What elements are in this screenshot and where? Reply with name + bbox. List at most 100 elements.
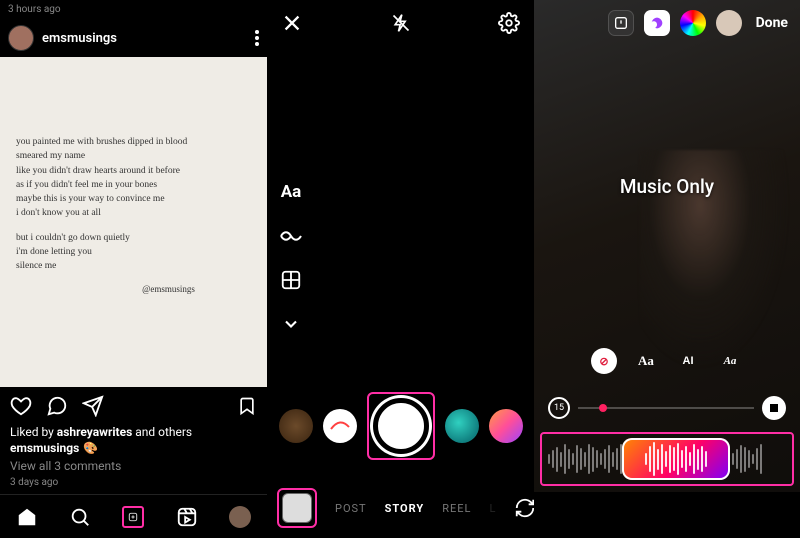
- waveform-bar: [732, 453, 734, 466]
- comment-icon[interactable]: [46, 395, 68, 417]
- shutter-highlight: [367, 392, 435, 460]
- caption-username[interactable]: emsmusings: [10, 441, 79, 455]
- waveform-bar: [612, 452, 614, 467]
- music-editor-panel: Done Music Only ⊘ Aa AI Aa 15: [534, 0, 800, 538]
- post-caption: emsmusings 🎨: [0, 439, 267, 457]
- mode-story[interactable]: STORY: [385, 502, 425, 515]
- shutter-button[interactable]: [373, 398, 429, 454]
- waveform-bar: [744, 447, 746, 472]
- reels-icon[interactable]: [176, 506, 198, 528]
- liked-by-prefix: Liked by: [10, 425, 57, 439]
- waveform-bar: [740, 445, 742, 473]
- timeline-handle[interactable]: [599, 404, 607, 412]
- waveform-bar: [592, 447, 594, 472]
- poem-line: smeared my name: [16, 149, 251, 163]
- poem-line: i'm done letting you: [16, 245, 251, 259]
- post-more-menu[interactable]: [255, 30, 259, 46]
- close-icon[interactable]: [281, 12, 303, 34]
- waveform-bar: [596, 450, 598, 468]
- waveform-bar: [576, 445, 578, 473]
- share-icon[interactable]: [82, 395, 104, 417]
- poem-signature: @emsmusings: [86, 283, 251, 297]
- profile-avatar[interactable]: [716, 10, 742, 36]
- selected-clip-window[interactable]: [622, 438, 730, 480]
- clip-timeline: 15: [534, 396, 800, 420]
- waveform-bar: [748, 450, 750, 468]
- gallery-thumb[interactable]: [282, 493, 312, 523]
- poem-line: i don't know you at all: [16, 206, 251, 220]
- lyric-style-cursive[interactable]: Aa: [717, 348, 743, 374]
- filter-carousel[interactable]: [267, 392, 534, 460]
- music-scrubber[interactable]: [540, 432, 794, 486]
- waveform-bar: [756, 448, 758, 471]
- liked-by-user[interactable]: ashreyawrites: [57, 425, 132, 439]
- boomerang-icon[interactable]: [279, 224, 303, 248]
- filter-option[interactable]: [445, 409, 479, 443]
- waveform-bar: [548, 454, 550, 464]
- waveform-bar: [564, 444, 566, 474]
- gallery-highlight: [277, 488, 317, 528]
- chevron-down-icon[interactable]: [279, 312, 303, 336]
- sticker-icon[interactable]: [644, 10, 670, 36]
- timeline-track[interactable]: [578, 407, 754, 409]
- music-display-mode-label[interactable]: Music Only: [534, 175, 800, 198]
- home-icon[interactable]: [16, 506, 38, 528]
- flash-off-icon[interactable]: [390, 12, 412, 34]
- duration-button[interactable]: 15: [548, 397, 570, 419]
- stop-button[interactable]: [762, 396, 786, 420]
- create-icon[interactable]: [122, 506, 144, 528]
- poem-line: like you didn't draw hearts around it be…: [16, 164, 251, 178]
- feed-panel: 3 hours ago emsmusings you painted me wi…: [0, 0, 267, 538]
- waveform-bar: [568, 449, 570, 469]
- lyric-style-serif[interactable]: Aa: [633, 348, 659, 374]
- author-username[interactable]: emsmusings: [42, 31, 255, 46]
- post-actions: [0, 387, 267, 425]
- bottom-nav: [0, 494, 267, 538]
- cancel-style-icon[interactable]: ⊘: [591, 348, 617, 374]
- search-icon[interactable]: [69, 506, 91, 528]
- camera-top-bar: [267, 0, 534, 34]
- done-button[interactable]: Done: [756, 15, 788, 31]
- poem-line: as if you didn't feel me in your bones: [16, 178, 251, 192]
- mode-reel[interactable]: REEL: [442, 502, 471, 515]
- poem-line: you painted me with brushes dipped in bl…: [16, 135, 251, 149]
- caption-text: 🎨: [83, 441, 98, 455]
- filter-option[interactable]: [323, 409, 357, 443]
- filter-option[interactable]: [279, 409, 313, 443]
- mode-post[interactable]: POST: [335, 502, 367, 515]
- like-icon[interactable]: [10, 395, 32, 417]
- waveform-bar: [584, 452, 586, 467]
- liked-by[interactable]: Liked by ashreyawrites and others: [0, 425, 267, 439]
- poem-stanza-2: but i couldn't go down quietly i'm done …: [16, 231, 251, 274]
- lyric-style-row: ⊘ Aa AI Aa: [534, 348, 800, 374]
- text-tool-icon[interactable]: Aa: [279, 180, 303, 204]
- previous-post-timestamp: 3 hours ago: [0, 0, 267, 19]
- waveform-bar: [580, 448, 582, 471]
- post-image[interactable]: you painted me with brushes dipped in bl…: [0, 57, 267, 387]
- story-camera-panel: Aa POST STORY REEL L: [267, 0, 534, 538]
- waveform-bar: [604, 449, 606, 469]
- profile-avatar[interactable]: [229, 506, 251, 528]
- settings-icon[interactable]: [498, 12, 520, 34]
- filter-option[interactable]: [489, 409, 523, 443]
- report-icon[interactable]: [608, 10, 634, 36]
- waveform-bar: [560, 452, 562, 467]
- poem-line: but i couldn't go down quietly: [16, 231, 251, 245]
- post-header: emsmusings: [0, 19, 267, 57]
- bookmark-icon[interactable]: [237, 396, 257, 416]
- editor-top-bar: Done: [534, 0, 800, 46]
- waveform-bar: [616, 448, 618, 471]
- post-timestamp: 3 days ago: [0, 475, 267, 494]
- view-comments-link[interactable]: View all 3 comments: [0, 457, 267, 475]
- waveform-bar: [760, 444, 762, 474]
- poem-line: maybe this is your way to convince me: [16, 192, 251, 206]
- layout-icon[interactable]: [279, 268, 303, 292]
- color-picker-icon[interactable]: [680, 10, 706, 36]
- lyric-style-condensed[interactable]: AI: [675, 348, 701, 374]
- mode-live[interactable]: L: [489, 502, 496, 515]
- waveform-bar: [556, 447, 558, 472]
- waveform-bar: [572, 453, 574, 466]
- waveform-bar: [600, 453, 602, 466]
- waveform-bar: [588, 444, 590, 474]
- author-avatar[interactable]: [8, 25, 34, 51]
